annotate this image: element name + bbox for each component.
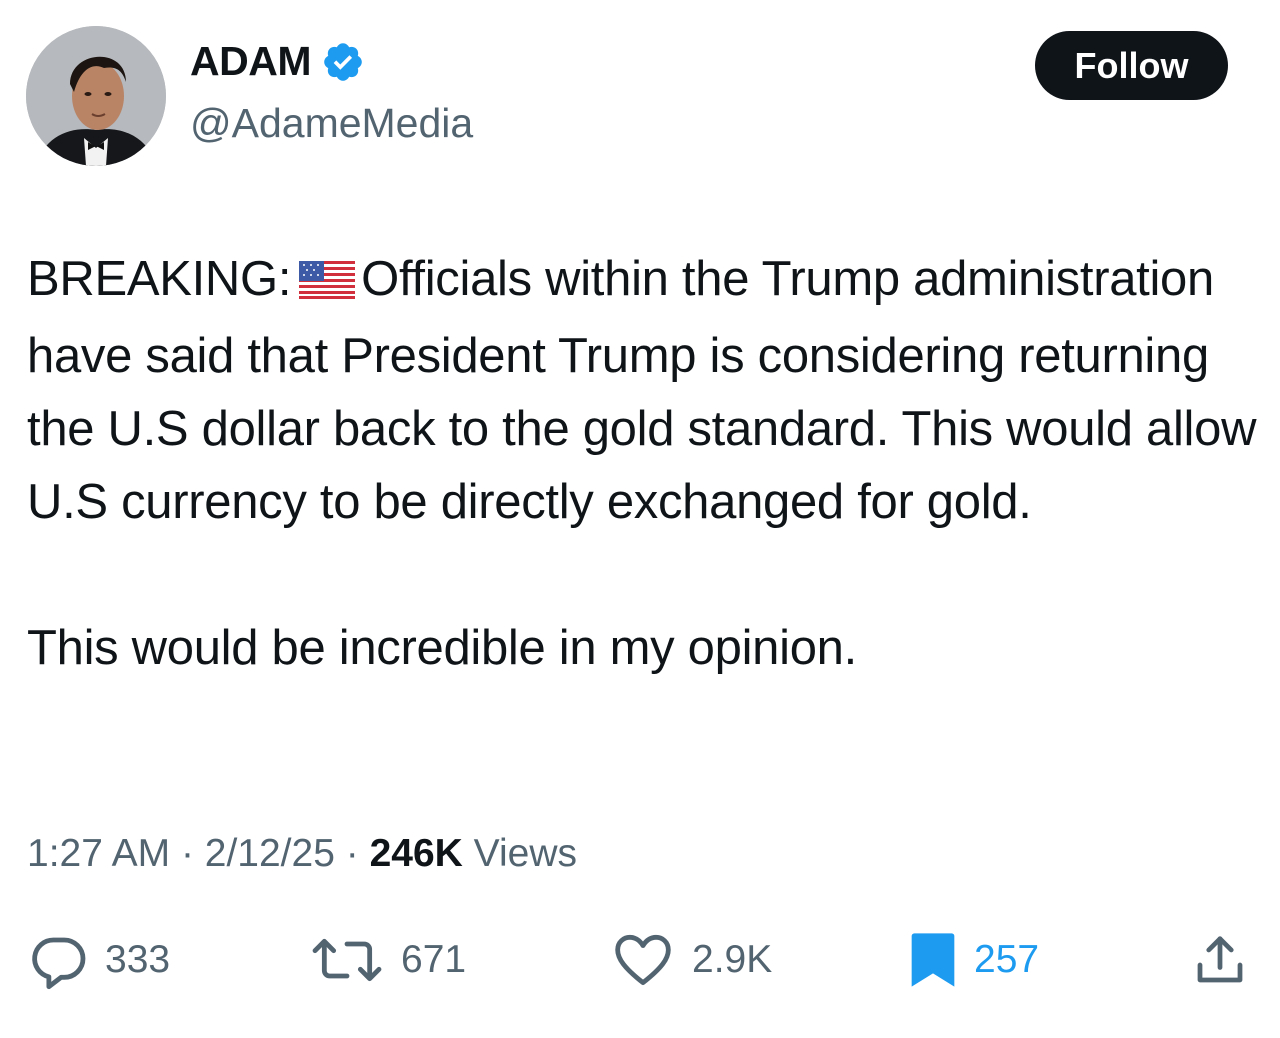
verified-badge-icon xyxy=(321,40,365,84)
heart-icon xyxy=(608,928,678,992)
share-button[interactable] xyxy=(1190,925,1250,995)
share-icon xyxy=(1190,928,1250,992)
bookmark-count: 257 xyxy=(974,938,1040,981)
bookmark-button[interactable]: 257 xyxy=(906,925,1039,995)
repost-icon xyxy=(307,928,387,992)
bookmark-icon xyxy=(906,928,960,992)
tweet-paragraph-2: This would be incredible in my opinion. xyxy=(27,621,857,675)
meta-separator: · xyxy=(180,832,194,875)
reply-count: 333 xyxy=(105,938,171,981)
like-count: 2.9K xyxy=(692,938,773,981)
tweet-date[interactable]: 2/12/25 xyxy=(205,832,335,875)
tweet-meta: 1:27 AM · 2/12/25 · 246K Views xyxy=(27,832,577,876)
like-button[interactable]: 2.9K xyxy=(608,925,772,995)
us-flag-icon xyxy=(299,247,356,320)
tweet-text: BREAKING: Officials within the Trump adm… xyxy=(27,243,1262,685)
follow-button[interactable]: Follow xyxy=(1035,31,1228,100)
views-label: Views xyxy=(473,832,577,875)
avatar[interactable] xyxy=(26,26,166,166)
repost-count: 671 xyxy=(401,938,467,981)
tweet-paragraph-1: BREAKING: Officials within the Trump adm… xyxy=(27,243,1262,539)
meta-separator: · xyxy=(345,832,359,875)
views-count: 246K xyxy=(369,832,463,875)
reply-button[interactable]: 333 xyxy=(27,925,170,995)
breaking-prefix: BREAKING: xyxy=(27,252,292,306)
repost-button[interactable]: 671 xyxy=(307,925,466,995)
reply-icon xyxy=(27,928,91,992)
author-handle[interactable]: @AdameMedia xyxy=(190,100,473,147)
author-display-name[interactable]: ADAM xyxy=(190,38,311,85)
tweet-time[interactable]: 1:27 AM xyxy=(27,832,170,875)
avatar-image xyxy=(26,26,166,166)
author-display-name-row[interactable]: ADAM xyxy=(190,38,365,85)
